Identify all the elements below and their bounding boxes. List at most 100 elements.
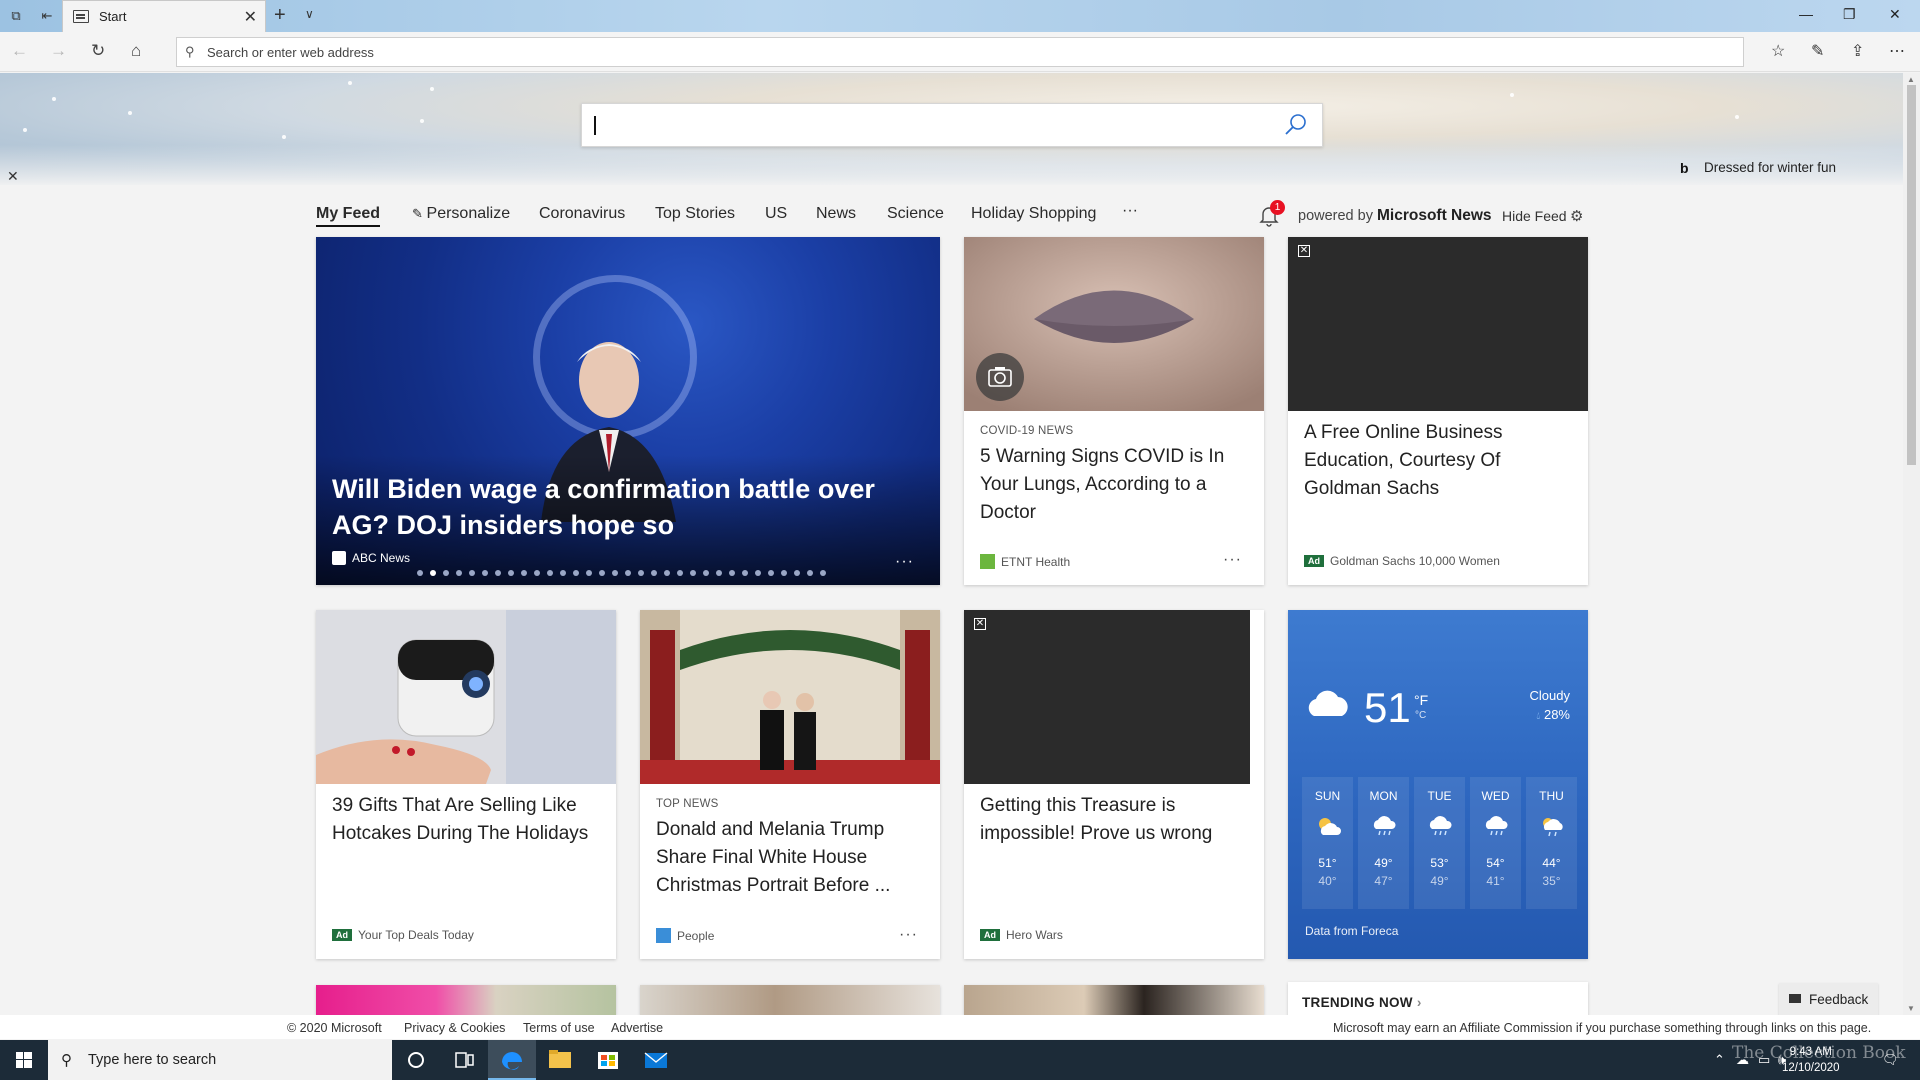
favorites-icon[interactable]: ☆ bbox=[1771, 41, 1785, 61]
forecast-day[interactable]: THU 44° 35° bbox=[1526, 777, 1577, 909]
ad-headline[interactable]: Getting this Treasure is impossible! Pro… bbox=[980, 792, 1250, 848]
scroll-up-icon[interactable]: ▲ bbox=[1907, 75, 1915, 84]
carousel-dot[interactable] bbox=[534, 570, 540, 576]
more-options-icon[interactable]: ··· bbox=[1223, 551, 1242, 569]
article-card-partial[interactable] bbox=[640, 985, 940, 1015]
carousel-dot[interactable] bbox=[443, 570, 449, 576]
carousel-dot[interactable] bbox=[521, 570, 527, 576]
article-card[interactable]: COVID-19 NEWS 5 Warning Signs COVID is I… bbox=[964, 237, 1264, 585]
tab-coronavirus[interactable]: Coronavirus bbox=[539, 205, 625, 223]
forecast-day[interactable]: MON 49° 47° bbox=[1358, 777, 1409, 909]
more-options-icon[interactable]: ··· bbox=[899, 926, 918, 944]
carousel-dot[interactable] bbox=[742, 570, 748, 576]
carousel-dot[interactable] bbox=[508, 570, 514, 576]
forecast-day[interactable]: TUE 53° 49° bbox=[1414, 777, 1465, 909]
carousel-dot[interactable] bbox=[638, 570, 644, 576]
carousel-dot[interactable] bbox=[417, 570, 423, 576]
tab-my-feed[interactable]: My Feed bbox=[316, 205, 381, 227]
carousel-dot[interactable] bbox=[573, 570, 579, 576]
carousel-dot[interactable] bbox=[677, 570, 683, 576]
tab-science[interactable]: Science bbox=[887, 205, 944, 223]
scrollbar-thumb[interactable] bbox=[1907, 85, 1916, 465]
bing-search-box[interactable] bbox=[581, 103, 1323, 147]
carousel-dot[interactable] bbox=[807, 570, 813, 576]
trending-now-label[interactable]: TRENDING NOW › bbox=[1302, 995, 1422, 1010]
carousel-dot[interactable] bbox=[716, 570, 722, 576]
weather-card[interactable]: 51 °F °C Cloudy 💧︎ 28% SUN 51° 40° MON 4… bbox=[1288, 610, 1588, 959]
close-window-icon[interactable]: ✕ bbox=[1889, 6, 1901, 23]
unit-fahrenheit-toggle[interactable]: °F bbox=[1414, 692, 1428, 708]
restore-icon[interactable]: ❐ bbox=[1843, 6, 1856, 23]
carousel-dot[interactable] bbox=[586, 570, 592, 576]
carousel-dot[interactable] bbox=[456, 570, 462, 576]
tab-preview-chevron-icon[interactable]: ∨ bbox=[305, 7, 314, 21]
web-note-icon[interactable]: ✎ bbox=[1811, 41, 1824, 61]
carousel-dot[interactable] bbox=[794, 570, 800, 576]
ad-card[interactable]: 39 Gifts That Are Selling Like Hotcakes … bbox=[316, 610, 616, 959]
article-card[interactable]: TOP NEWS Donald and Melania Trump Share … bbox=[640, 610, 940, 959]
more-tabs-button[interactable]: ··· bbox=[1122, 202, 1138, 220]
privacy-link[interactable]: Privacy & Cookies bbox=[404, 1021, 505, 1035]
tab-actions-icon[interactable]: ⧉ bbox=[8, 8, 24, 24]
task-view-button[interactable] bbox=[440, 1040, 488, 1080]
mail-button[interactable] bbox=[632, 1040, 680, 1080]
start-button[interactable] bbox=[0, 1040, 48, 1080]
tab-start[interactable]: Start ✕ bbox=[62, 0, 266, 32]
article-card-partial[interactable] bbox=[316, 985, 616, 1015]
advertise-link[interactable]: Advertise bbox=[611, 1021, 663, 1035]
minimize-icon[interactable]: — bbox=[1799, 6, 1813, 22]
tab-us[interactable]: US bbox=[765, 205, 787, 223]
settings-more-icon[interactable]: ⋯ bbox=[1889, 41, 1905, 61]
carousel-dot[interactable] bbox=[482, 570, 488, 576]
cortana-button[interactable] bbox=[392, 1040, 440, 1080]
forward-icon[interactable]: → bbox=[50, 41, 67, 61]
article-headline[interactable]: Donald and Melania Trump Share Final Whi… bbox=[656, 816, 926, 900]
scroll-down-icon[interactable]: ▼ bbox=[1907, 1004, 1915, 1013]
store-button[interactable] bbox=[584, 1040, 632, 1080]
featured-story-card[interactable]: Will Biden wage a confirmation battle ov… bbox=[316, 237, 940, 585]
article-card-partial[interactable] bbox=[964, 985, 1264, 1015]
notifications-button[interactable]: 1 bbox=[1259, 200, 1285, 227]
carousel-dot[interactable] bbox=[820, 570, 826, 576]
taskbar-search[interactable]: ⚲ Type here to search bbox=[48, 1040, 392, 1080]
edge-app-button[interactable] bbox=[488, 1040, 536, 1080]
tab-news[interactable]: News bbox=[816, 205, 856, 223]
search-icon[interactable] bbox=[1284, 113, 1308, 137]
tab-top-stories[interactable]: Top Stories bbox=[655, 205, 735, 223]
ad-card[interactable]: ✕ A Free Online Business Education, Cour… bbox=[1288, 237, 1588, 585]
close-tab-icon[interactable]: ✕ bbox=[244, 7, 257, 27]
share-icon[interactable]: ⇪ bbox=[1851, 41, 1864, 61]
weather-data-source[interactable]: Data from Foreca bbox=[1305, 924, 1398, 938]
feedback-button[interactable]: Feedback bbox=[1779, 983, 1878, 1017]
carousel-dot[interactable] bbox=[729, 570, 735, 576]
more-options-icon[interactable]: ··· bbox=[895, 553, 914, 571]
back-icon[interactable]: ← bbox=[11, 41, 28, 61]
set-tabs-aside-icon[interactable]: ⇤ bbox=[39, 8, 55, 24]
forecast-day[interactable]: WED 54° 41° bbox=[1470, 777, 1521, 909]
carousel-dot[interactable] bbox=[495, 570, 501, 576]
address-input[interactable] bbox=[207, 42, 1707, 62]
article-headline[interactable]: 5 Warning Signs COVID is In Your Lungs, … bbox=[980, 443, 1250, 527]
carousel-dot[interactable] bbox=[768, 570, 774, 576]
address-bar[interactable]: ⚲ bbox=[176, 37, 1744, 67]
carousel-dot[interactable] bbox=[703, 570, 709, 576]
carousel-dot[interactable] bbox=[690, 570, 696, 576]
gear-icon[interactable]: ⚙ bbox=[1570, 207, 1583, 225]
home-icon[interactable]: ⌂ bbox=[131, 41, 141, 61]
tab-personalize[interactable]: ✎ Personalize bbox=[412, 205, 510, 223]
file-explorer-button[interactable] bbox=[536, 1040, 584, 1080]
search-input[interactable] bbox=[592, 114, 1272, 138]
dismiss-hero-icon[interactable]: ✕ bbox=[7, 168, 19, 185]
ad-headline[interactable]: 39 Gifts That Are Selling Like Hotcakes … bbox=[332, 792, 602, 848]
carousel-dot[interactable] bbox=[755, 570, 761, 576]
new-tab-icon[interactable]: + bbox=[274, 4, 286, 27]
carousel-dot[interactable] bbox=[612, 570, 618, 576]
carousel-dot[interactable] bbox=[625, 570, 631, 576]
ad-card[interactable]: ✕ Getting this Treasure is impossible! P… bbox=[964, 610, 1264, 959]
unit-celsius-toggle[interactable]: °C bbox=[1415, 710, 1426, 721]
image-attribution[interactable]: b Dressed for winter fun bbox=[1680, 160, 1836, 176]
carousel-dot[interactable] bbox=[560, 570, 566, 576]
refresh-icon[interactable]: ↻ bbox=[91, 41, 105, 61]
tab-holiday-shopping[interactable]: Holiday Shopping bbox=[971, 205, 1096, 223]
carousel-dot[interactable] bbox=[599, 570, 605, 576]
